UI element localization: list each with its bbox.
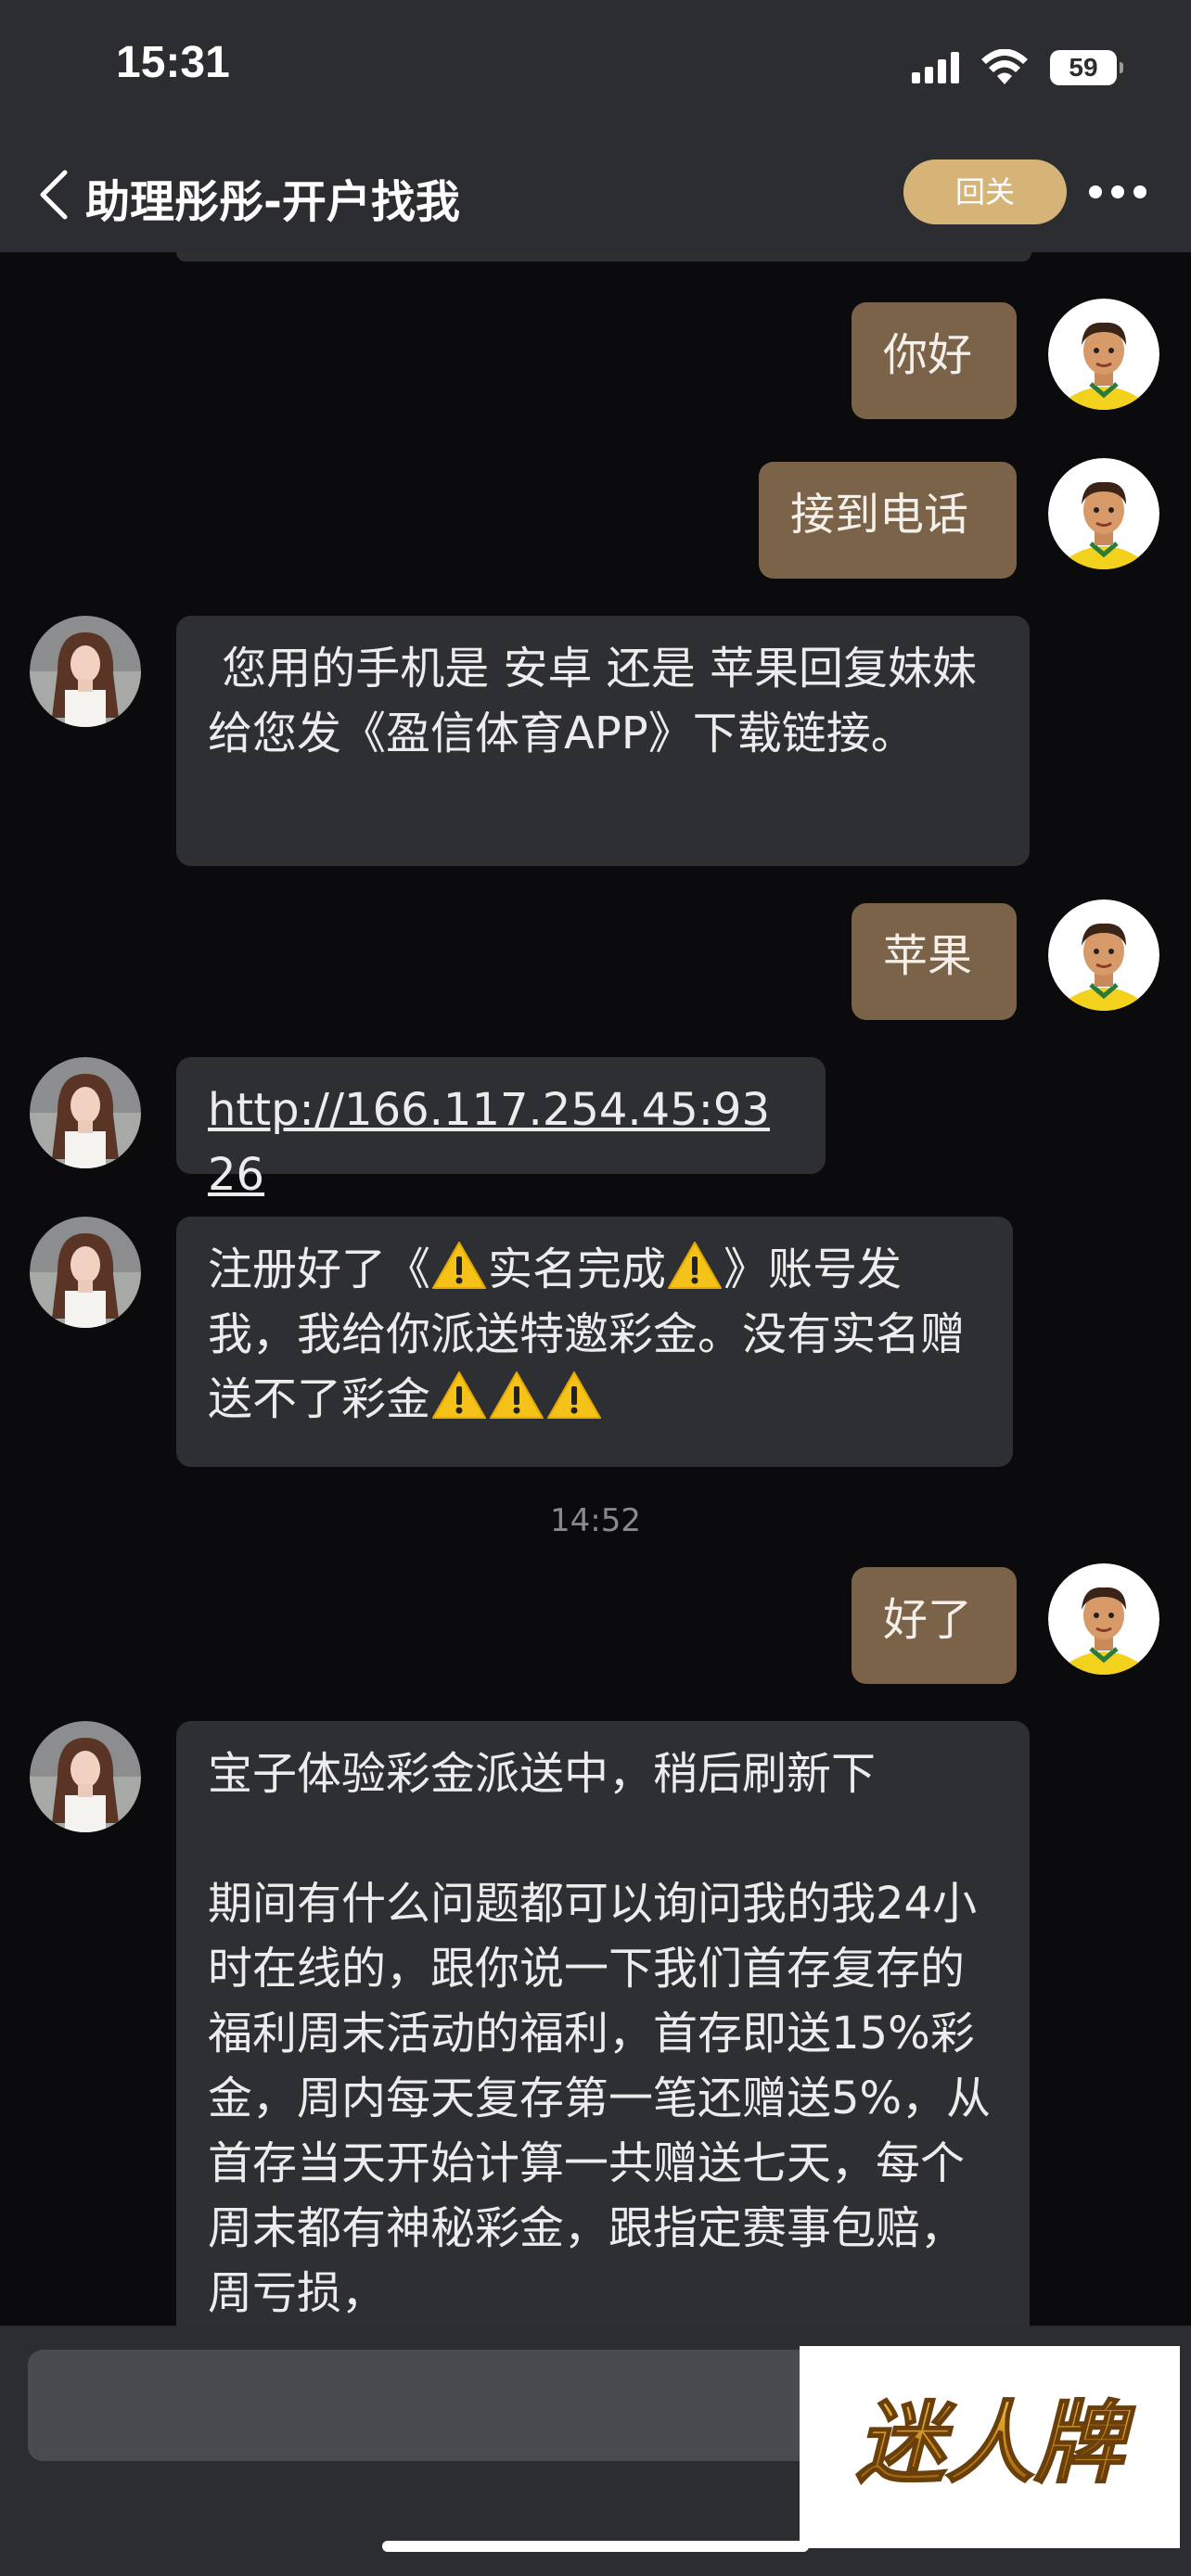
home-indicator [382,2541,809,2552]
watermark: 迷人牌 [800,2346,1180,2548]
watermark-logo: 迷人牌 [855,2391,1136,2496]
warning-icon [490,1371,544,1419]
message-text: 期间有什么问题都可以询问我的我24小时在线的，跟你说一下我们首存复存的福利周末活… [208,1878,992,2319]
message-list[interactable]: 你好 接到电话 您用的手机是 安卓 还是 苹果回复妹妹给您发《盈信体育APP》下… [0,252,1191,2326]
message-text: 实名完成 [488,1243,667,1295]
message-bubble-outgoing[interactable]: 接到电话 [759,462,1017,579]
warning-icon [547,1371,602,1419]
previous-bubble-edge [176,252,1031,261]
my-avatar[interactable] [1048,458,1159,569]
contact-avatar[interactable] [30,1721,141,1832]
message-bubble-outgoing[interactable]: 好了 [852,1567,1017,1684]
warning-icon [432,1242,487,1289]
status-time: 15:31 [116,38,230,87]
message-text: 宝子体验彩金派送中，稍后刷新下 [208,1748,877,1800]
more-dots-icon[interactable] [1089,178,1154,206]
message-bubble-incoming[interactable]: 宝子体验彩金派送中，稍后刷新下期间有什么问题都可以询问我的我24小时在线的，跟你… [176,1721,1030,2326]
my-avatar[interactable] [1048,299,1159,410]
warning-icon [668,1242,723,1289]
wifi-icon [981,49,1028,84]
contact-avatar[interactable] [30,1057,141,1168]
chevron-left-icon[interactable] [33,167,80,223]
battery-icon: 59 [1050,50,1123,85]
my-avatar[interactable] [1048,899,1159,1011]
contact-avatar[interactable] [30,616,141,727]
svg-text:迷人牌: 迷人牌 [856,2391,1135,2495]
my-avatar[interactable] [1048,1563,1159,1675]
follow-back-button[interactable]: 回关 [903,159,1067,224]
message-text: 注册好了《 [208,1243,431,1295]
status-bar: 15:31 59 [0,0,1191,139]
status-icons: 59 [912,45,1123,91]
message-bubble-incoming[interactable]: 注册好了《 实名完成 》账号发我，我给你派送特邀彩金。没有实名赠送不了彩金 [176,1217,1013,1467]
message-link[interactable]: http://166.117.254.45:9326 [176,1057,826,1201]
message-bubble-incoming[interactable]: 您用的手机是 安卓 还是 苹果回复妹妹给您发《盈信体育APP》下载链接。 [176,616,1030,866]
contact-avatar[interactable] [30,1217,141,1328]
message-timestamp: 14:52 [550,1502,641,1539]
message-bubble-outgoing[interactable]: 苹果 [852,903,1017,1020]
chat-title: 助理彤彤-开户找我 [85,176,460,228]
chat-header: 助理彤彤-开户找我 回关 [0,139,1191,252]
message-bubble-outgoing[interactable]: 你好 [852,302,1017,419]
cellular-signal-icon [912,52,959,83]
warning-icon [432,1371,487,1419]
